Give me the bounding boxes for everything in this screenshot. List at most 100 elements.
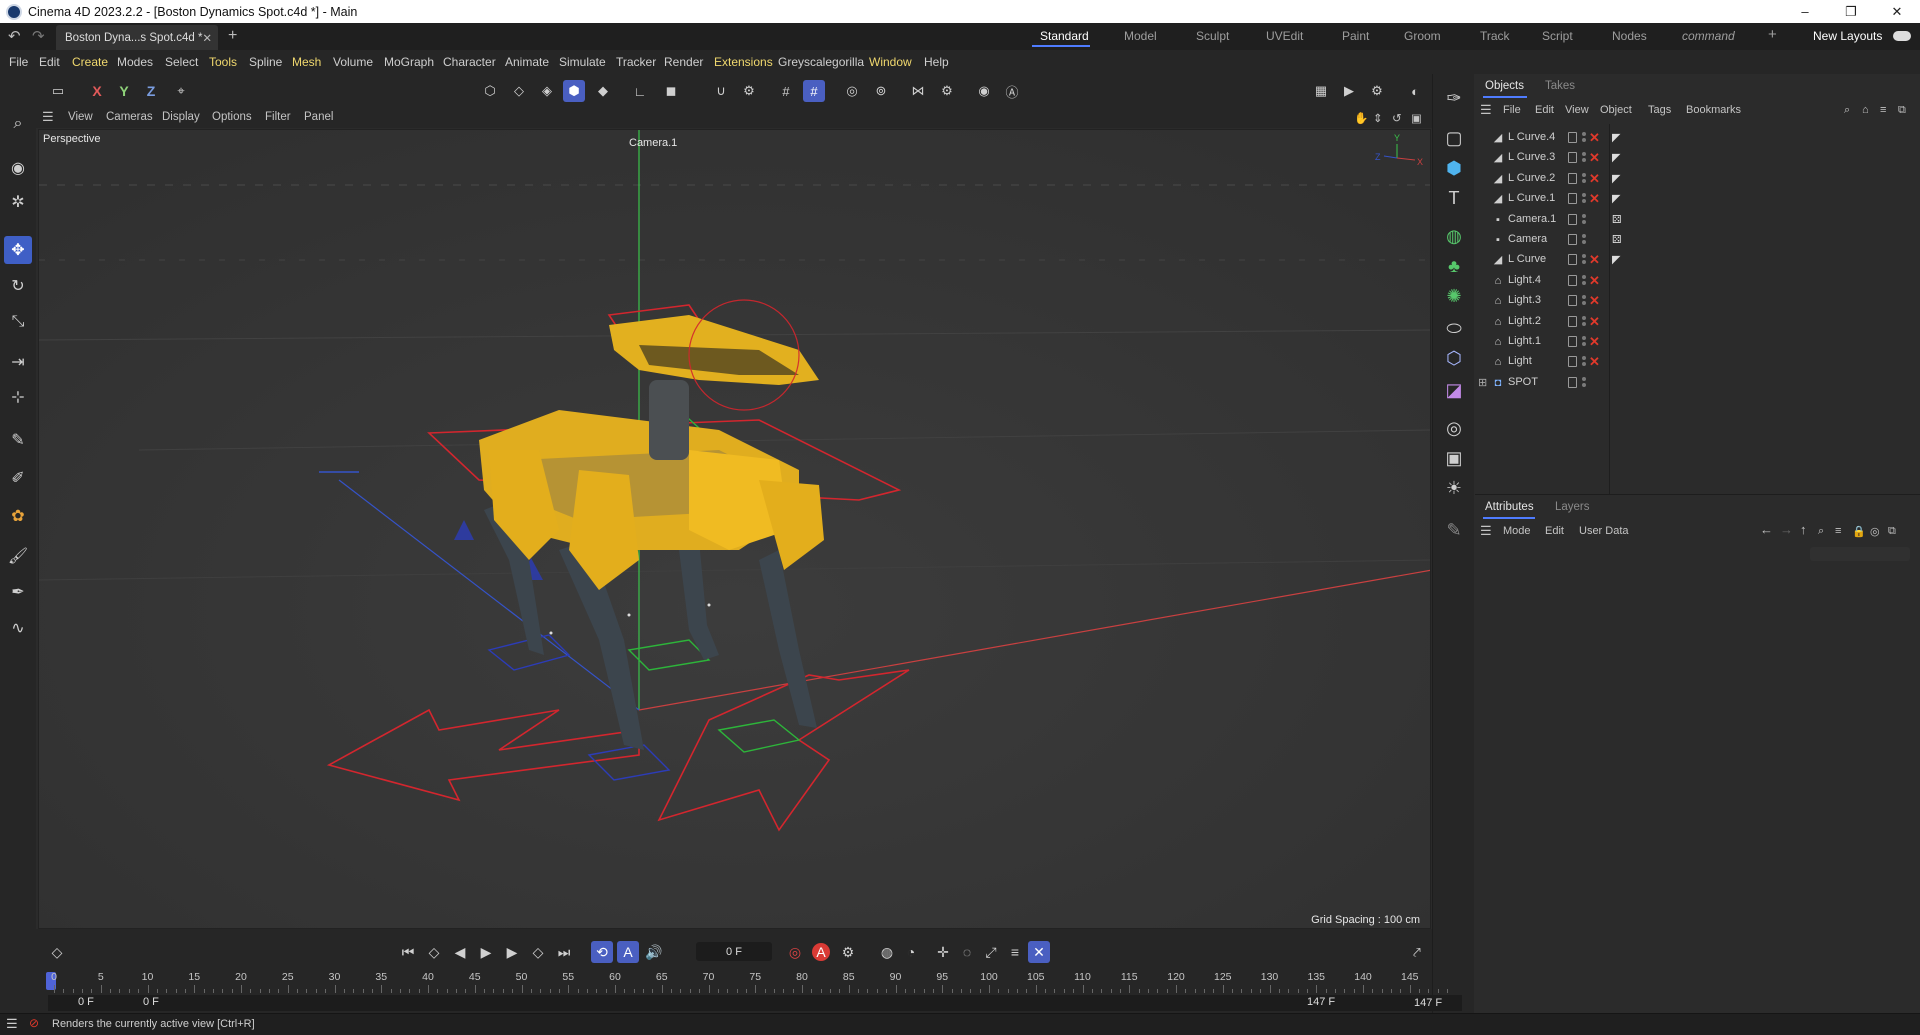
key-scale-icon[interactable]: ⤢ bbox=[980, 941, 1002, 963]
attributes-menu-user-data[interactable]: User Data bbox=[1579, 525, 1629, 537]
snap-settings-icon[interactable]: ⚙ bbox=[738, 80, 760, 102]
loop-icon[interactable]: ⟲ bbox=[591, 941, 613, 963]
object-name[interactable]: L Curve.3 bbox=[1508, 151, 1555, 163]
edges-mode-icon[interactable]: ◇ bbox=[508, 80, 530, 102]
object-name[interactable]: L Curve.4 bbox=[1508, 131, 1555, 143]
editor-render-visibility-dots[interactable] bbox=[1582, 315, 1586, 328]
editor-render-visibility-dots[interactable] bbox=[1582, 295, 1586, 307]
tab-takes[interactable]: Takes bbox=[1545, 80, 1575, 92]
editor-render-visibility-dots[interactable] bbox=[1582, 132, 1586, 144]
auto-icon[interactable]: Ⓐ bbox=[1001, 80, 1023, 102]
close-tab-icon[interactable]: ✕ bbox=[202, 31, 212, 45]
editor-render-visibility-dots[interactable] bbox=[1582, 274, 1586, 287]
menu-simulate[interactable]: Simulate bbox=[559, 55, 606, 69]
disabled-x-icon[interactable]: ✕ bbox=[1589, 252, 1600, 268]
object-row[interactable]: ◢ L Curve.4 ✕ ◤ bbox=[1475, 128, 1920, 148]
lock-y-axis-button[interactable]: Y bbox=[113, 80, 135, 102]
new-window-icon[interactable]: ⧉ bbox=[1898, 104, 1906, 117]
viewport-menu-view[interactable]: View bbox=[68, 111, 93, 123]
key-rotation-icon[interactable]: ◌ bbox=[956, 941, 978, 963]
edit-render-settings-icon[interactable]: ⚙ bbox=[1366, 80, 1388, 102]
menu-edit[interactable]: Edit bbox=[39, 55, 60, 69]
object-row[interactable]: ⌂ Light.1 ✕ bbox=[1475, 332, 1920, 352]
environment-icon[interactable]: ◎ bbox=[1440, 414, 1468, 442]
object-row[interactable]: ◢ L Curve ✕ ◤ bbox=[1475, 250, 1920, 270]
lock-z-axis-button[interactable]: Z bbox=[140, 80, 162, 102]
attributes-menu-edit[interactable]: Edit bbox=[1545, 525, 1564, 537]
objects-menu-edit[interactable]: Edit bbox=[1535, 104, 1554, 116]
undo-icon[interactable]: ↶ bbox=[8, 27, 21, 45]
objects-menu-object[interactable]: Object bbox=[1600, 104, 1632, 116]
objects-menu-view[interactable]: View bbox=[1565, 104, 1589, 116]
redshift-icon[interactable]: ◐ bbox=[1404, 80, 1426, 102]
next-key-icon[interactable]: ◇ bbox=[527, 941, 549, 963]
editor-render-visibility-dots[interactable] bbox=[1582, 254, 1586, 266]
key-lock-icon[interactable]: ◍ bbox=[876, 941, 898, 963]
render-region-icon[interactable]: ◎ bbox=[841, 80, 863, 102]
disabled-x-icon[interactable]: ✕ bbox=[1589, 293, 1600, 309]
scale-tool-icon[interactable]: ⤡ bbox=[4, 308, 32, 336]
solo-icon[interactable]: ◼ bbox=[660, 80, 682, 102]
model-mode-icon[interactable]: ⬢ bbox=[563, 80, 585, 102]
object-row[interactable]: ⌂ Light ✕ bbox=[1475, 352, 1920, 372]
object-row[interactable]: ⌂ Light.2 ✕ bbox=[1475, 312, 1920, 332]
deformer-icon[interactable]: ✺ bbox=[1440, 282, 1468, 310]
dolly-view-icon[interactable]: ⇕ bbox=[1373, 111, 1383, 125]
key-filter-icon[interactable]: ◔ bbox=[900, 941, 922, 963]
object-tag-icon[interactable]: ◤ bbox=[1612, 172, 1620, 185]
object-row[interactable]: ⌂ Light.4 ✕ bbox=[1475, 271, 1920, 291]
object-row[interactable]: ▪ Camera ⚄ bbox=[1475, 230, 1920, 250]
search-commands-icon[interactable]: ⌕ bbox=[4, 110, 32, 138]
viewport-menu-panel[interactable]: Panel bbox=[304, 111, 333, 123]
object-tag-icon[interactable]: ◤ bbox=[1612, 151, 1620, 164]
attributes-menu-mode[interactable]: Mode bbox=[1503, 525, 1531, 537]
key-position-icon[interactable]: ✛ bbox=[932, 941, 954, 963]
lock-x-axis-button[interactable]: X bbox=[86, 80, 108, 102]
menu-render[interactable]: Render bbox=[664, 55, 703, 69]
rotate-tool-icon[interactable]: ↻ bbox=[4, 272, 32, 300]
viewport-menu-display[interactable]: Display bbox=[162, 111, 200, 123]
sound-icon[interactable]: 🔊 bbox=[643, 941, 665, 963]
object-name[interactable]: Light.3 bbox=[1508, 294, 1541, 306]
object-name[interactable]: Camera.1 bbox=[1508, 213, 1556, 225]
tag-icon[interactable]: ✎ bbox=[1440, 516, 1468, 544]
range-end-field[interactable]: 147 F bbox=[1390, 995, 1462, 1011]
layer-visibility-icon[interactable] bbox=[1568, 152, 1577, 164]
attributes-new-window-icon[interactable]: ⧉ bbox=[1888, 525, 1896, 538]
attributes-search-icon[interactable]: ⌕ bbox=[1818, 525, 1824, 538]
mask-icon[interactable]: ◉ bbox=[973, 80, 995, 102]
polygons-mode-icon[interactable]: ◈ bbox=[536, 80, 558, 102]
mograph-icon[interactable]: ◪ bbox=[1440, 376, 1468, 404]
editor-render-visibility-dots[interactable] bbox=[1582, 376, 1586, 389]
spline-pen-create-icon[interactable]: ✑ bbox=[1440, 84, 1468, 112]
lock-icon[interactable]: 🔒 bbox=[1852, 525, 1866, 538]
editor-render-visibility-dots[interactable] bbox=[1582, 356, 1586, 368]
record-icon[interactable]: ◎ bbox=[784, 941, 806, 963]
uv-mode-icon[interactable]: ◆ bbox=[592, 80, 614, 102]
active-camera-label[interactable]: Camera.1 bbox=[629, 137, 677, 149]
next-frame-icon[interactable]: ▶ bbox=[501, 941, 523, 963]
tab-attributes[interactable]: Attributes bbox=[1485, 501, 1534, 513]
layout-script[interactable]: Script bbox=[1542, 29, 1573, 43]
menu-animate[interactable]: Animate bbox=[505, 55, 549, 69]
points-mode-icon[interactable]: ⬡ bbox=[479, 80, 501, 102]
autokey-mode-icon[interactable]: A bbox=[617, 941, 639, 963]
symmetry-settings-icon[interactable]: ⚙ bbox=[936, 80, 958, 102]
object-tag-icon[interactable]: ⚄ bbox=[1612, 213, 1622, 226]
menu-greyscalegorilla[interactable]: Greyscalegorilla bbox=[778, 55, 864, 69]
layout-uvedit[interactable]: UVEdit bbox=[1266, 29, 1303, 43]
viewport-menu-cameras[interactable]: Cameras bbox=[106, 111, 153, 123]
object-name[interactable]: SPOT bbox=[1508, 376, 1538, 388]
menu-mesh[interactable]: Mesh bbox=[292, 55, 321, 69]
menu-create[interactable]: Create bbox=[72, 55, 108, 69]
key-pla-icon[interactable]: ✕ bbox=[1028, 941, 1050, 963]
object-row[interactable]: ◢ L Curve.1 ✕ ◤ bbox=[1475, 189, 1920, 209]
viewport-menu-icon[interactable]: ☰ bbox=[42, 109, 54, 125]
disabled-x-icon[interactable]: ✕ bbox=[1589, 314, 1600, 330]
object-row[interactable]: ◘ SPOT ⊞ bbox=[1475, 373, 1920, 393]
undo-history-icon[interactable]: ▭ bbox=[47, 80, 69, 102]
workplane-icon[interactable]: ∟ bbox=[629, 80, 651, 102]
snap-magnet-icon[interactable]: ∪ bbox=[710, 80, 732, 102]
objects-menu-file[interactable]: File bbox=[1503, 104, 1521, 116]
layer-visibility-icon[interactable] bbox=[1568, 234, 1577, 245]
